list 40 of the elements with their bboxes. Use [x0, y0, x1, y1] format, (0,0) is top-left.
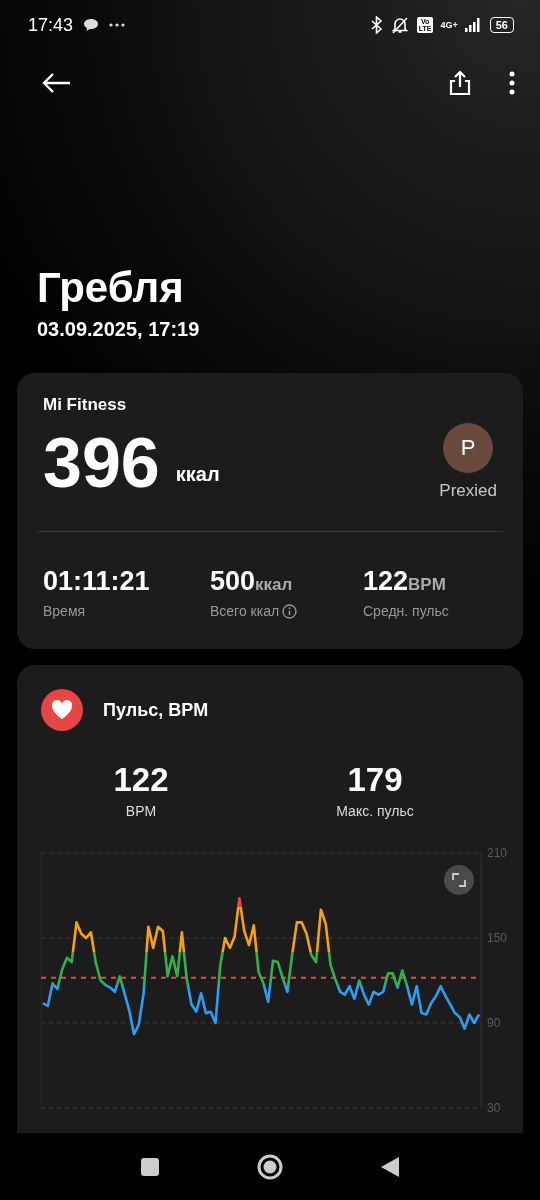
home-button[interactable] — [256, 1152, 284, 1181]
info-icon[interactable] — [282, 603, 298, 619]
stat-unit: ккал — [255, 575, 293, 594]
user-avatar[interactable]: P — [443, 423, 494, 473]
axis-tick-label: 150 — [487, 931, 508, 945]
user-name: Prexied — [439, 481, 497, 501]
stat-unit: BPM — [408, 575, 446, 594]
axis-tick-label: 90 — [487, 1016, 501, 1030]
calories-unit: ккал — [175, 463, 220, 486]
calories-value: 396 — [43, 423, 160, 503]
heart-stat-value: 179 — [347, 761, 403, 799]
recents-button[interactable] — [140, 1156, 160, 1177]
axis-tick-label: 210 — [487, 846, 508, 860]
workout-date: 03.09.2025, 17:19 — [37, 318, 201, 341]
share-button[interactable] — [448, 70, 472, 96]
card-title: Пульс, BPM — [103, 699, 209, 721]
more-dots-icon — [109, 23, 126, 27]
muted-bell-icon — [389, 16, 410, 34]
heart-stat-value: 122 — [113, 761, 169, 799]
stat-label: Средн. пульс — [363, 603, 449, 619]
axis-tick-label: 30 — [487, 1101, 501, 1115]
status-time: 17:43 — [28, 14, 74, 36]
back-nav-button[interactable] — [380, 1155, 400, 1178]
source-app: Mi Fitness — [43, 395, 128, 415]
expand-button[interactable] — [444, 865, 474, 895]
stat-label: Время — [43, 603, 86, 619]
battery-level: 56 — [489, 17, 514, 33]
stat-value: 500 — [210, 566, 256, 596]
stat-value: 122 — [363, 566, 409, 596]
network-type: 4G+ — [440, 20, 458, 30]
bluetooth-icon — [370, 16, 383, 34]
heart-stat-label: Макс. пульс — [336, 803, 414, 819]
chat-bubble-icon — [83, 18, 100, 32]
back-button[interactable] — [42, 73, 72, 93]
stat-label: Всего ккал — [210, 603, 280, 619]
heart-stat-label: BPM — [125, 803, 157, 819]
stat-value: 01:11:21 — [43, 566, 150, 596]
more-menu-button[interactable] — [508, 71, 516, 95]
signal-icon — [464, 18, 483, 32]
workout-title: Гребля — [37, 264, 185, 312]
